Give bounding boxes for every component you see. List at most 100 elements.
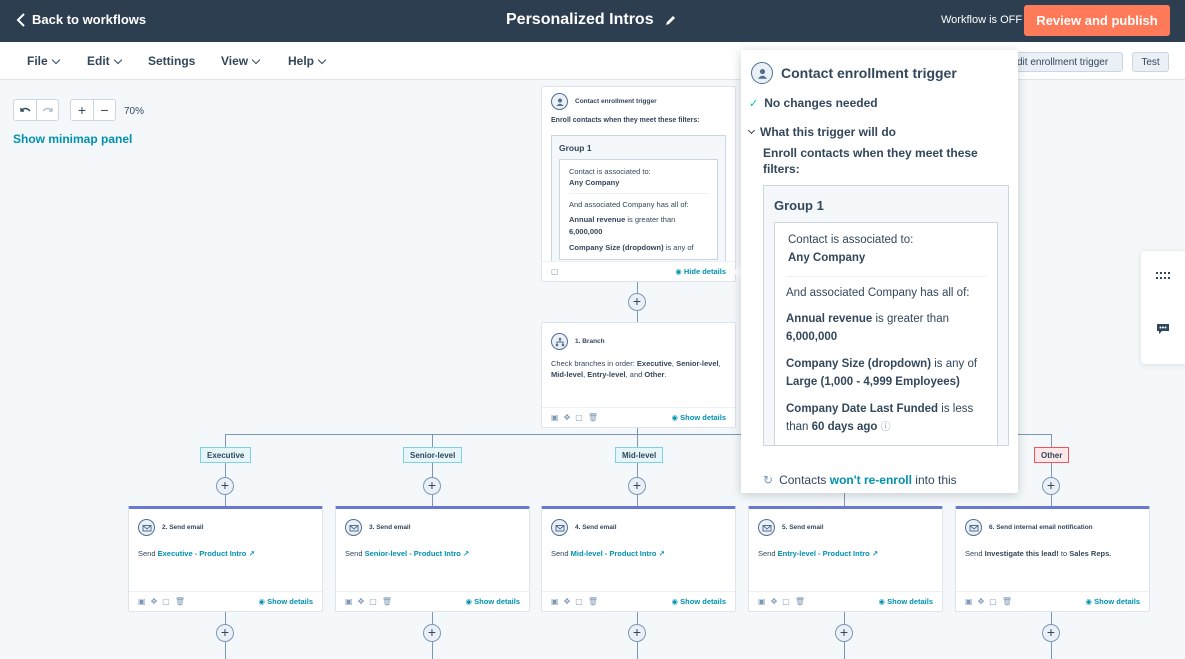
copy-icon[interactable]: ▣	[138, 597, 146, 606]
menu-help[interactable]: Help	[288, 54, 327, 68]
menu-settings[interactable]: Settings	[148, 54, 195, 68]
review-and-publish-button[interactable]: Review and publish	[1024, 5, 1170, 36]
action-verb: Send	[965, 549, 985, 558]
clone-icon[interactable]: ▢	[989, 597, 997, 606]
workflow-title[interactable]: Personalized Intros	[506, 11, 677, 29]
external-link-icon[interactable]: ↗	[872, 549, 878, 558]
pencil-icon[interactable]	[664, 14, 677, 27]
action-card-send-email[interactable]: 2. Send email Send Executive - Product I…	[128, 506, 323, 612]
chevron-down-icon	[51, 55, 60, 64]
show-minimap-link[interactable]: Show minimap panel	[13, 132, 132, 146]
show-details-link[interactable]: ◉ Show details	[1086, 597, 1140, 606]
copy-icon[interactable]: ▢	[551, 267, 559, 276]
show-details-label: Show details	[474, 597, 520, 606]
copy-icon[interactable]: ▣	[758, 597, 766, 606]
move-icon[interactable]: ✥	[978, 597, 985, 606]
trash-icon[interactable]: 🗑	[382, 597, 392, 606]
clone-icon[interactable]: ▢	[369, 597, 377, 606]
move-icon[interactable]: ✥	[151, 597, 158, 606]
copy-icon[interactable]: ▣	[965, 597, 973, 606]
edit-enrollment-trigger-button[interactable]: dit enrollment trigger	[1012, 52, 1123, 72]
external-link-icon[interactable]: ↗	[463, 549, 469, 558]
email-link[interactable]: Executive - Product Intro	[158, 549, 247, 558]
branch-label-executive[interactable]: Executive	[200, 447, 252, 463]
show-details-link[interactable]: ◉ Show details	[879, 597, 933, 606]
move-icon[interactable]: ✥	[358, 597, 365, 606]
add-action-button[interactable]: +	[216, 624, 234, 642]
branch-label-senior-level[interactable]: Senior-level	[403, 447, 463, 463]
add-action-button[interactable]: +	[628, 624, 646, 642]
show-details-link[interactable]: ◉ Show details	[672, 597, 726, 606]
action-card-send-email[interactable]: 3. Send email Send Senior-level - Produc…	[335, 506, 530, 612]
filter-name: Company Size (dropdown)	[786, 358, 932, 371]
show-details-link[interactable]: ◉ Show details	[466, 597, 520, 606]
reenroll-link[interactable]: won't re-enroll	[830, 473, 912, 487]
reenroll-text: Contacts won't re-enroll into this	[779, 473, 957, 487]
menu-file[interactable]: File	[27, 54, 60, 68]
trash-icon[interactable]: 🗑	[588, 597, 598, 606]
menu-edit[interactable]: Edit	[87, 54, 122, 68]
move-icon[interactable]: ✥	[564, 597, 571, 606]
trash-icon[interactable]: 🗑	[1002, 597, 1012, 606]
branch-name: Entry-level	[587, 370, 626, 380]
show-details-label: Show details	[680, 413, 726, 422]
copy-icon[interactable]: ▣	[551, 413, 559, 422]
filter-value: 6,000,000	[786, 331, 838, 344]
email-link[interactable]: Senior-level - Product Intro	[365, 549, 461, 558]
zoom-in-button[interactable]: +	[71, 100, 93, 120]
branch-label-other[interactable]: Other	[1034, 447, 1070, 463]
reenroll-suffix: into this	[911, 473, 957, 487]
add-action-button[interactable]: +	[1042, 477, 1060, 495]
clone-icon[interactable]: ▢	[782, 597, 790, 606]
clone-icon[interactable]: ▢	[575, 597, 583, 606]
comment-icon[interactable]	[1155, 323, 1171, 335]
copy-icon[interactable]: ▣	[551, 597, 559, 606]
show-details-link[interactable]: ◉ Show details	[259, 597, 313, 606]
trash-icon[interactable]: 🗑	[588, 413, 598, 422]
back-to-workflows-link[interactable]: Back to workflows	[16, 12, 146, 27]
branch-card[interactable]: 1. Branch Check branches in order: Execu…	[541, 322, 736, 428]
branch-label-mid-level[interactable]: Mid-level	[615, 447, 664, 463]
trash-icon[interactable]: 🗑	[795, 597, 805, 606]
email-icon	[345, 519, 362, 536]
assoc-text: Contact is associated to:	[788, 234, 914, 246]
add-action-button[interactable]: +	[835, 624, 853, 642]
show-details-link[interactable]: ◉ Show details	[672, 413, 726, 422]
add-action-button[interactable]: +	[628, 477, 646, 495]
external-link-icon[interactable]: ↗	[659, 549, 665, 558]
show-details-label: Show details	[1094, 597, 1140, 606]
add-action-button[interactable]: +	[1042, 624, 1060, 642]
hide-details-link[interactable]: ◉ Hide details	[675, 267, 726, 276]
redo-button[interactable]	[36, 100, 58, 120]
move-icon[interactable]: ✥	[564, 413, 571, 422]
move-icon[interactable]: ✥	[771, 597, 778, 606]
clone-icon[interactable]: ▢	[162, 597, 170, 606]
what-trigger-toggle[interactable]: What this trigger will do	[747, 125, 896, 139]
add-action-button[interactable]: +	[423, 624, 441, 642]
no-changes-row[interactable]: ✓ No changes needed	[749, 96, 878, 110]
email-link[interactable]: Entry-level - Product Intro	[778, 549, 870, 558]
add-action-button[interactable]: +	[423, 477, 441, 495]
info-icon[interactable]: ⓘ	[881, 422, 891, 433]
action-card-internal-notification[interactable]: 6. Send internal email notification Send…	[955, 506, 1150, 612]
enrollment-trigger-card[interactable]: Contact enrollment trigger Enroll contac…	[541, 86, 736, 282]
grid-icon[interactable]	[1155, 270, 1171, 282]
test-button[interactable]: Test	[1132, 52, 1169, 72]
action-card-send-email[interactable]: 4. Send email Send Mid-level - Product I…	[541, 506, 736, 612]
action-card-send-email[interactable]: 5. Send email Send Entry-level - Product…	[748, 506, 943, 612]
email-link[interactable]: Mid-level - Product Intro	[571, 549, 657, 558]
back-label: Back to workflows	[32, 12, 147, 27]
undo-button[interactable]	[14, 100, 36, 120]
workflow-title-text: Personalized Intros	[506, 11, 654, 28]
copy-icon[interactable]: ▣	[345, 597, 353, 606]
zoom-out-button[interactable]: −	[93, 100, 115, 120]
menu-settings-label: Settings	[148, 54, 196, 68]
add-action-button[interactable]: +	[216, 477, 234, 495]
trash-icon[interactable]: 🗑	[175, 597, 185, 606]
menu-view[interactable]: View	[221, 54, 261, 68]
external-link-icon[interactable]: ↗	[248, 549, 254, 558]
clone-icon[interactable]: ▢	[575, 413, 583, 422]
action-verb: Send	[138, 549, 158, 558]
eye-icon: ◉	[1085, 597, 1095, 606]
add-action-button[interactable]: +	[628, 293, 646, 311]
